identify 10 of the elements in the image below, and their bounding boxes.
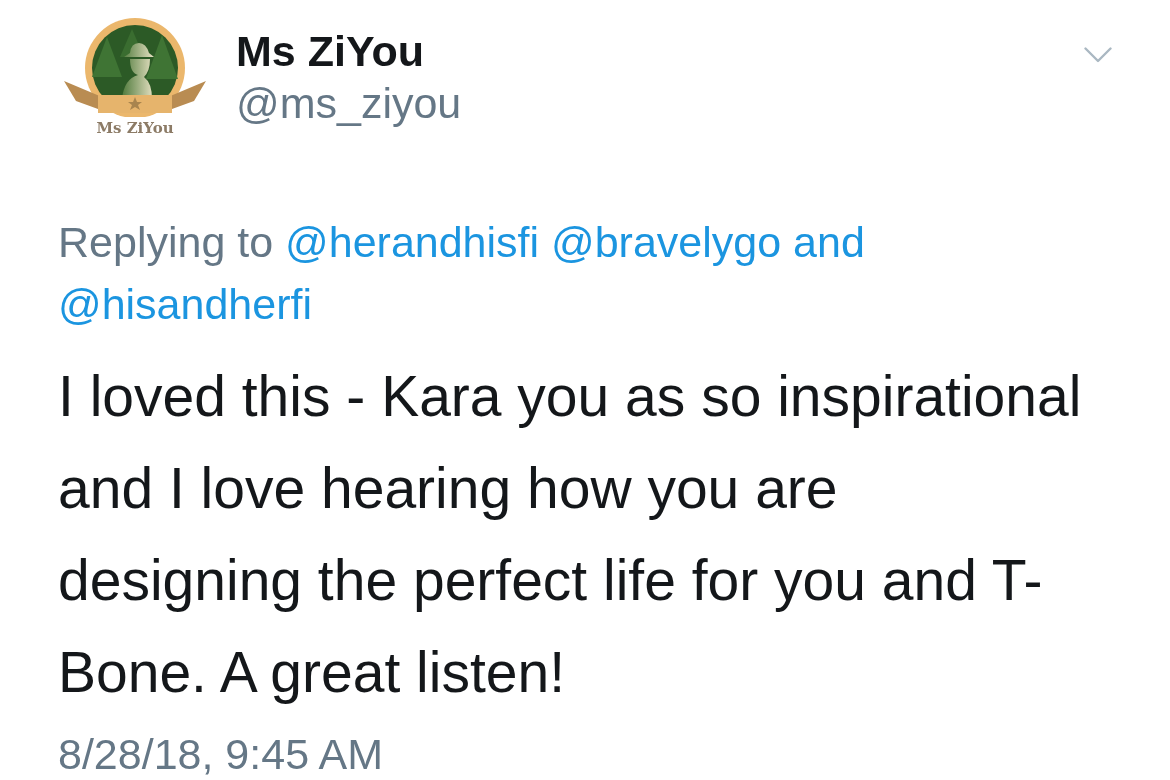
reply-context: Replying to @herandhisfi @bravelygo and @hisandherfi (58, 217, 866, 330)
logo-text: Ms ZiYou (96, 118, 174, 138)
user-handle: @ms_ziyou (236, 78, 462, 129)
timestamp: 8/28/18, 9:45 AM (58, 734, 385, 774)
display-name: Ms ZiYou (236, 26, 425, 77)
mention-link[interactable]: @bravelygo (551, 218, 782, 266)
tweet-text: I loved this - Kara you as so inspirational and I love hearing how you are designing the perfect life for you and T-Bone. A great listen! (58, 363, 1083, 706)
mention-link[interactable]: @herandhisfi (285, 218, 540, 266)
mention-link[interactable]: @hisandherfi (58, 280, 312, 328)
chevron-down-icon[interactable] (1084, 47, 1112, 63)
